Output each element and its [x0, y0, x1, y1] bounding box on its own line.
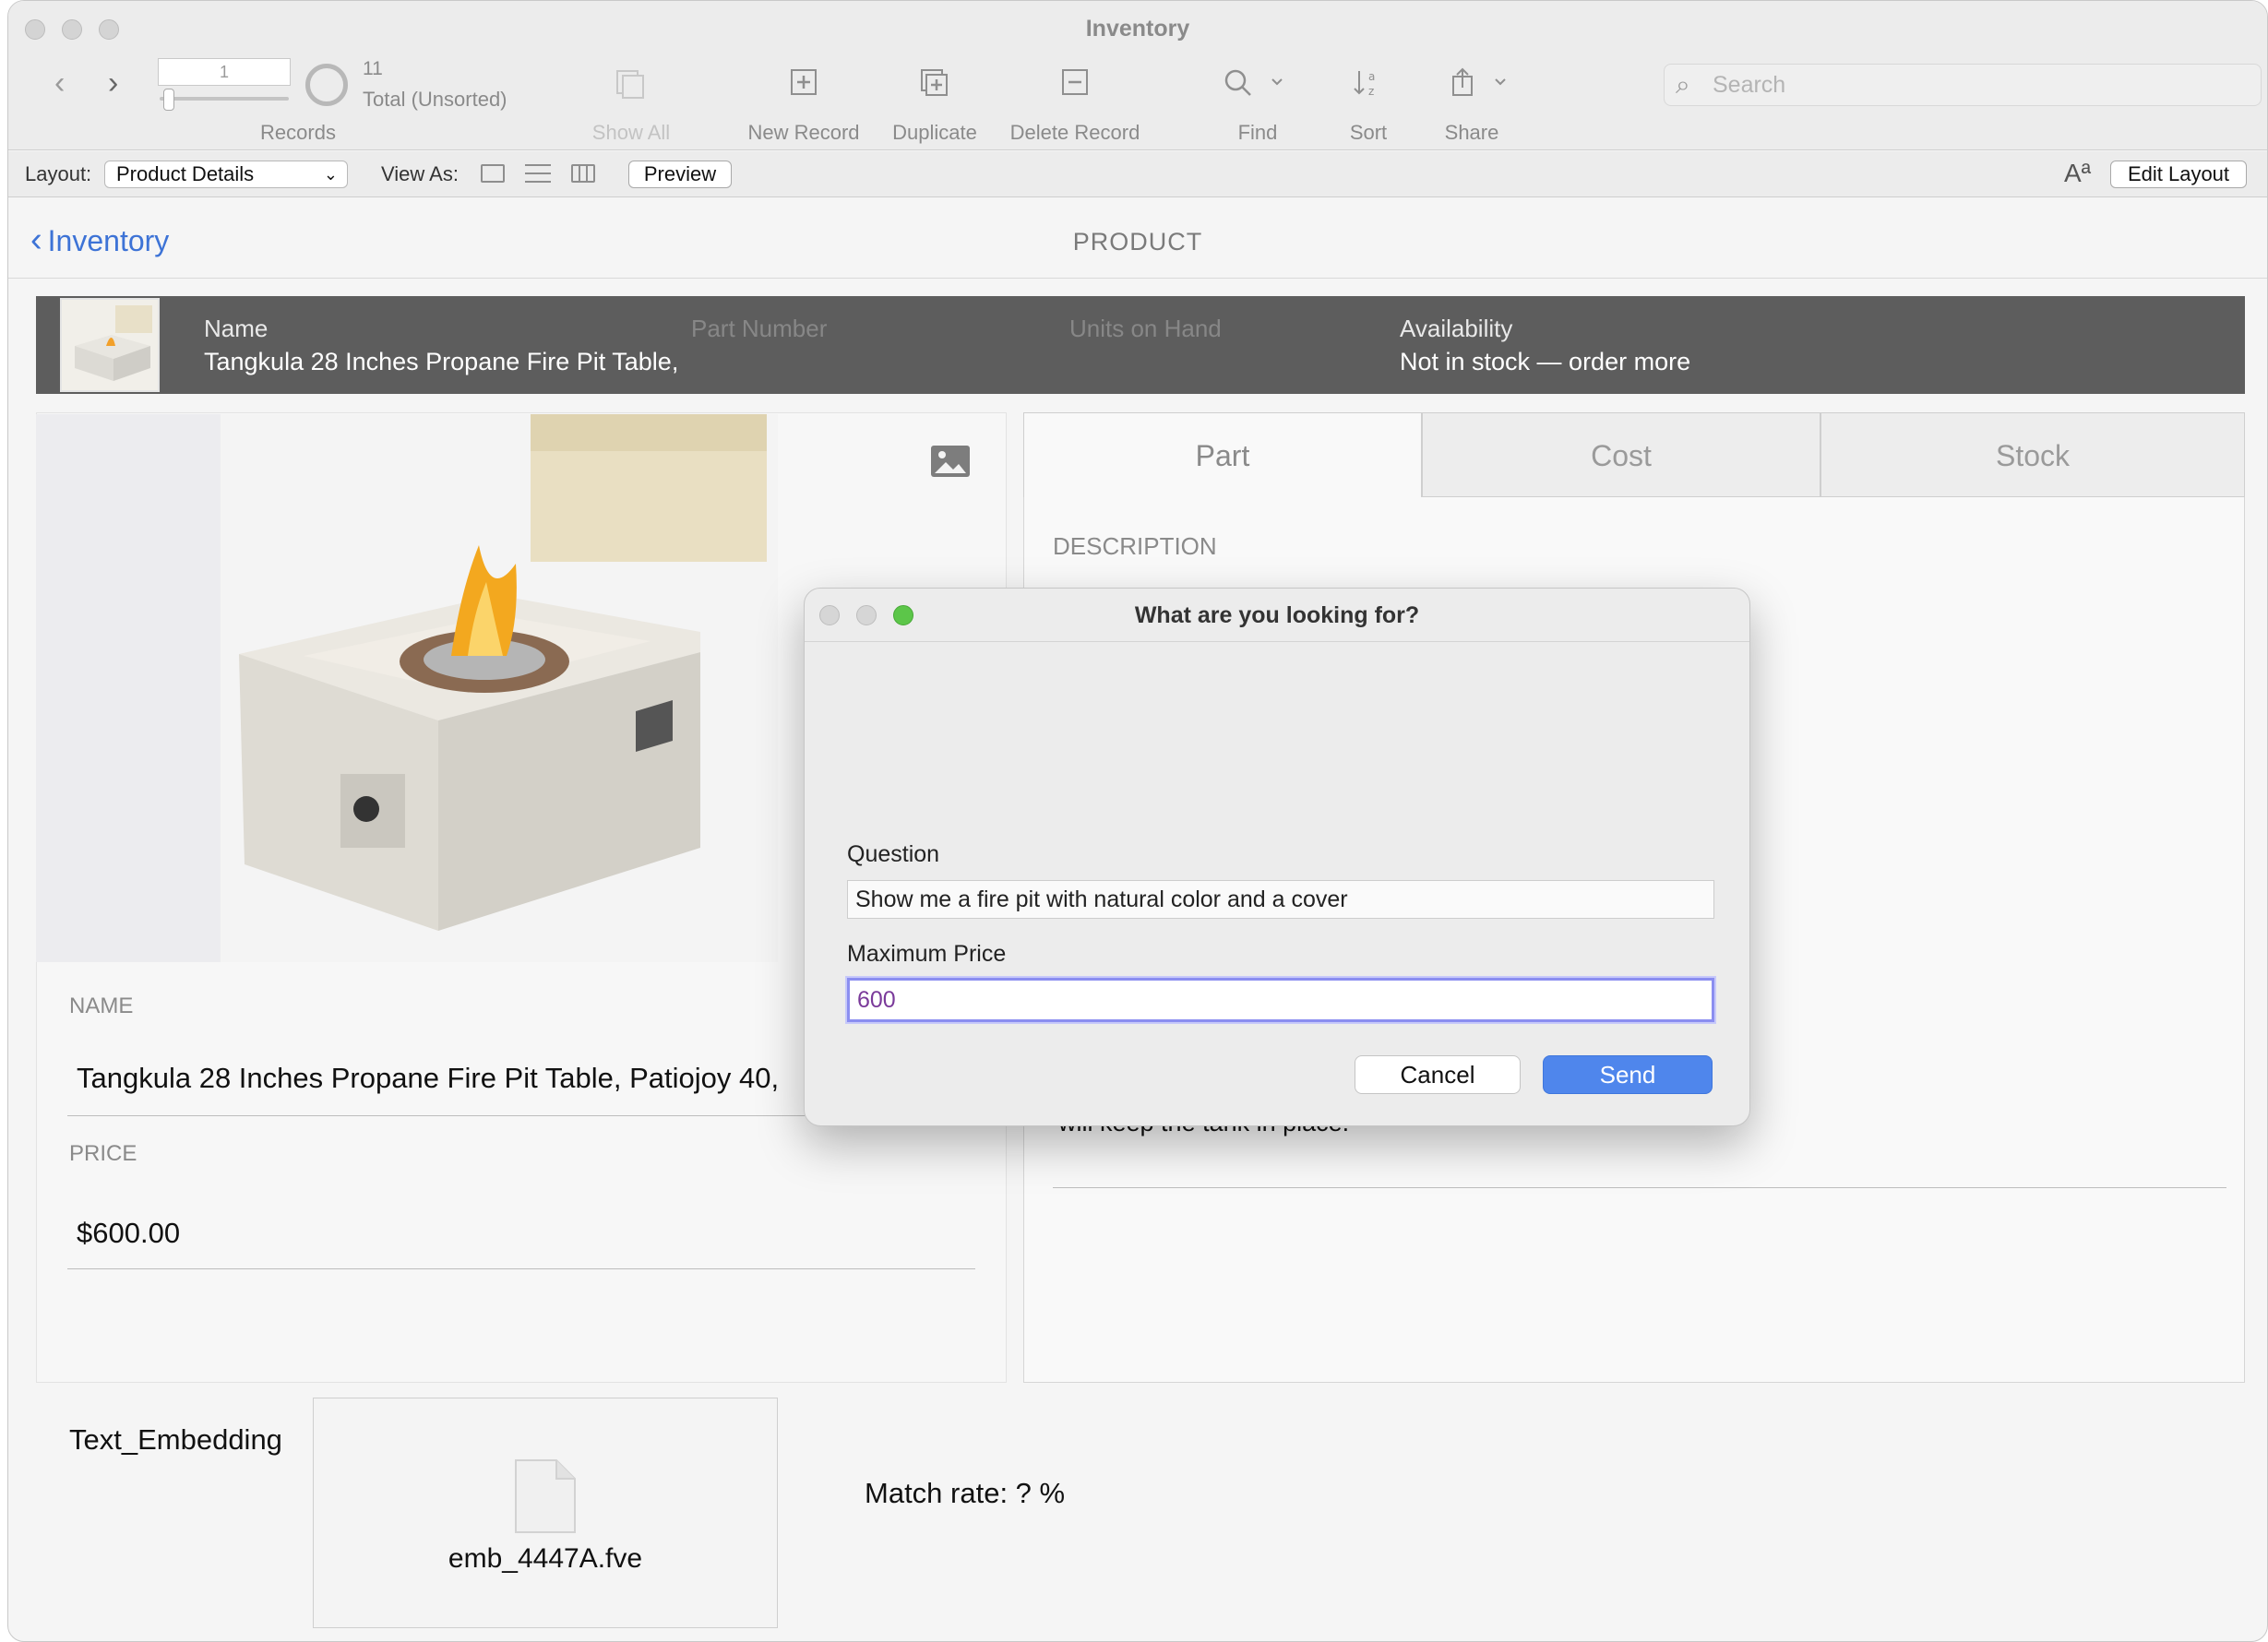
availability-caption: Availability: [1400, 315, 1513, 342]
name-field-caption: NAME: [69, 994, 134, 1018]
embedding-file-name: emb_4447A.fve: [448, 1543, 643, 1574]
header-divider: [8, 278, 2267, 279]
description-underline: [1053, 1187, 2226, 1188]
window-title: Inventory: [1085, 16, 1190, 42]
price-field-underline: [67, 1268, 975, 1269]
question-input[interactable]: [847, 880, 1714, 919]
image-backdrop: [36, 414, 248, 962]
delete-record-button[interactable]: Delete Record: [999, 121, 1151, 145]
send-button[interactable]: Send: [1543, 1055, 1713, 1094]
part-number-caption: Part Number: [691, 315, 828, 342]
max-price-input[interactable]: [847, 978, 1714, 1022]
layout-select-value: Product Details: [116, 162, 255, 185]
edit-layout-button[interactable]: Edit Layout: [2110, 161, 2247, 188]
layout-label: Layout:: [25, 162, 92, 185]
price-field[interactable]: $600.00: [77, 1217, 180, 1250]
tab-stock[interactable]: Stock: [1820, 412, 2245, 497]
document-icon: [512, 1457, 579, 1536]
record-count: 11: [363, 58, 383, 79]
records-label: Records: [260, 121, 336, 144]
show-all-button[interactable]: Show All: [580, 121, 682, 145]
find-icon[interactable]: [1219, 67, 1293, 106]
svg-text:z: z: [1368, 85, 1374, 98]
units-on-hand-caption: Units on Hand: [1069, 315, 1222, 342]
page-title: PRODUCT: [1072, 228, 1203, 256]
dialog-title: What are you looking for?: [805, 589, 1749, 642]
previous-record-icon[interactable]: ‹: [54, 65, 65, 101]
search-icon: ⌕: [1676, 70, 1690, 99]
record-slider-thumb[interactable]: [163, 89, 174, 111]
table-view-icon[interactable]: [571, 164, 595, 183]
max-price-label: Maximum Price: [847, 941, 1007, 967]
toolbar: Inventory ‹ › 1 11 Total (Unsorted) Reco…: [8, 1, 2267, 150]
duplicate-icon[interactable]: [916, 67, 953, 106]
find-button[interactable]: Find: [1221, 121, 1295, 145]
list-view-icon[interactable]: [525, 164, 551, 183]
search-dialog: What are you looking for? Question Maxim…: [804, 588, 1750, 1126]
sort-button[interactable]: Sort: [1331, 121, 1405, 145]
search-field[interactable]: ⌕: [1664, 64, 2262, 106]
layout-select[interactable]: Product Details ⌄: [104, 161, 348, 188]
svg-text:a: a: [1368, 70, 1375, 83]
new-record-button[interactable]: New Record: [737, 121, 870, 145]
tab-cost[interactable]: Cost: [1422, 412, 1820, 497]
summary-band: Name Tangkula 28 Inches Propane Fire Pit…: [36, 296, 2245, 394]
product-thumbnail[interactable]: [60, 298, 160, 392]
duplicate-button[interactable]: Duplicate: [879, 121, 990, 145]
chevron-down-icon: ⌄: [323, 165, 338, 184]
record-total-status: Total (Unsorted): [363, 88, 507, 111]
availability-value: Not in stock — order more: [1400, 348, 1691, 375]
insert-image-icon[interactable]: [929, 444, 972, 479]
price-field-caption: PRICE: [69, 1141, 137, 1166]
view-as-label: View As:: [381, 162, 459, 185]
match-rate: Match rate: ? %: [865, 1477, 1066, 1509]
next-record-icon[interactable]: ›: [108, 65, 118, 101]
new-record-icon[interactable]: [785, 67, 822, 104]
layout-bar: Layout: Product Details ⌄ View As: Previ…: [8, 151, 2267, 197]
text-embedding-label: Text_Embedding: [69, 1423, 282, 1456]
record-slider[interactable]: [160, 97, 289, 101]
form-view-icon[interactable]: [481, 164, 505, 183]
tab-part[interactable]: Part: [1023, 412, 1422, 497]
delete-record-icon[interactable]: [1056, 67, 1093, 104]
name-value: Tangkula 28 Inches Propane Fire Pit Tabl…: [204, 348, 679, 375]
preview-button[interactable]: Preview: [628, 161, 732, 188]
record-pie-icon: [305, 64, 348, 106]
description-caption: DESCRIPTION: [1053, 532, 1217, 560]
sort-icon[interactable]: az: [1350, 67, 1387, 106]
question-label: Question: [847, 841, 940, 867]
cancel-button[interactable]: Cancel: [1355, 1055, 1521, 1094]
share-button[interactable]: Share: [1435, 121, 1509, 145]
search-input[interactable]: [1713, 70, 2229, 100]
app-window: Inventory ‹ › 1 11 Total (Unsorted) Reco…: [7, 0, 2268, 1642]
show-all-icon[interactable]: [612, 67, 649, 108]
share-icon[interactable]: [1444, 65, 1518, 106]
name-caption: Name: [204, 315, 269, 342]
font-size-icon[interactable]: Aª: [2064, 159, 2091, 188]
record-number-field[interactable]: 1: [158, 58, 291, 86]
product-image[interactable]: [221, 414, 778, 962]
name-field[interactable]: Tangkula 28 Inches Propane Fire Pit Tabl…: [77, 1062, 796, 1095]
